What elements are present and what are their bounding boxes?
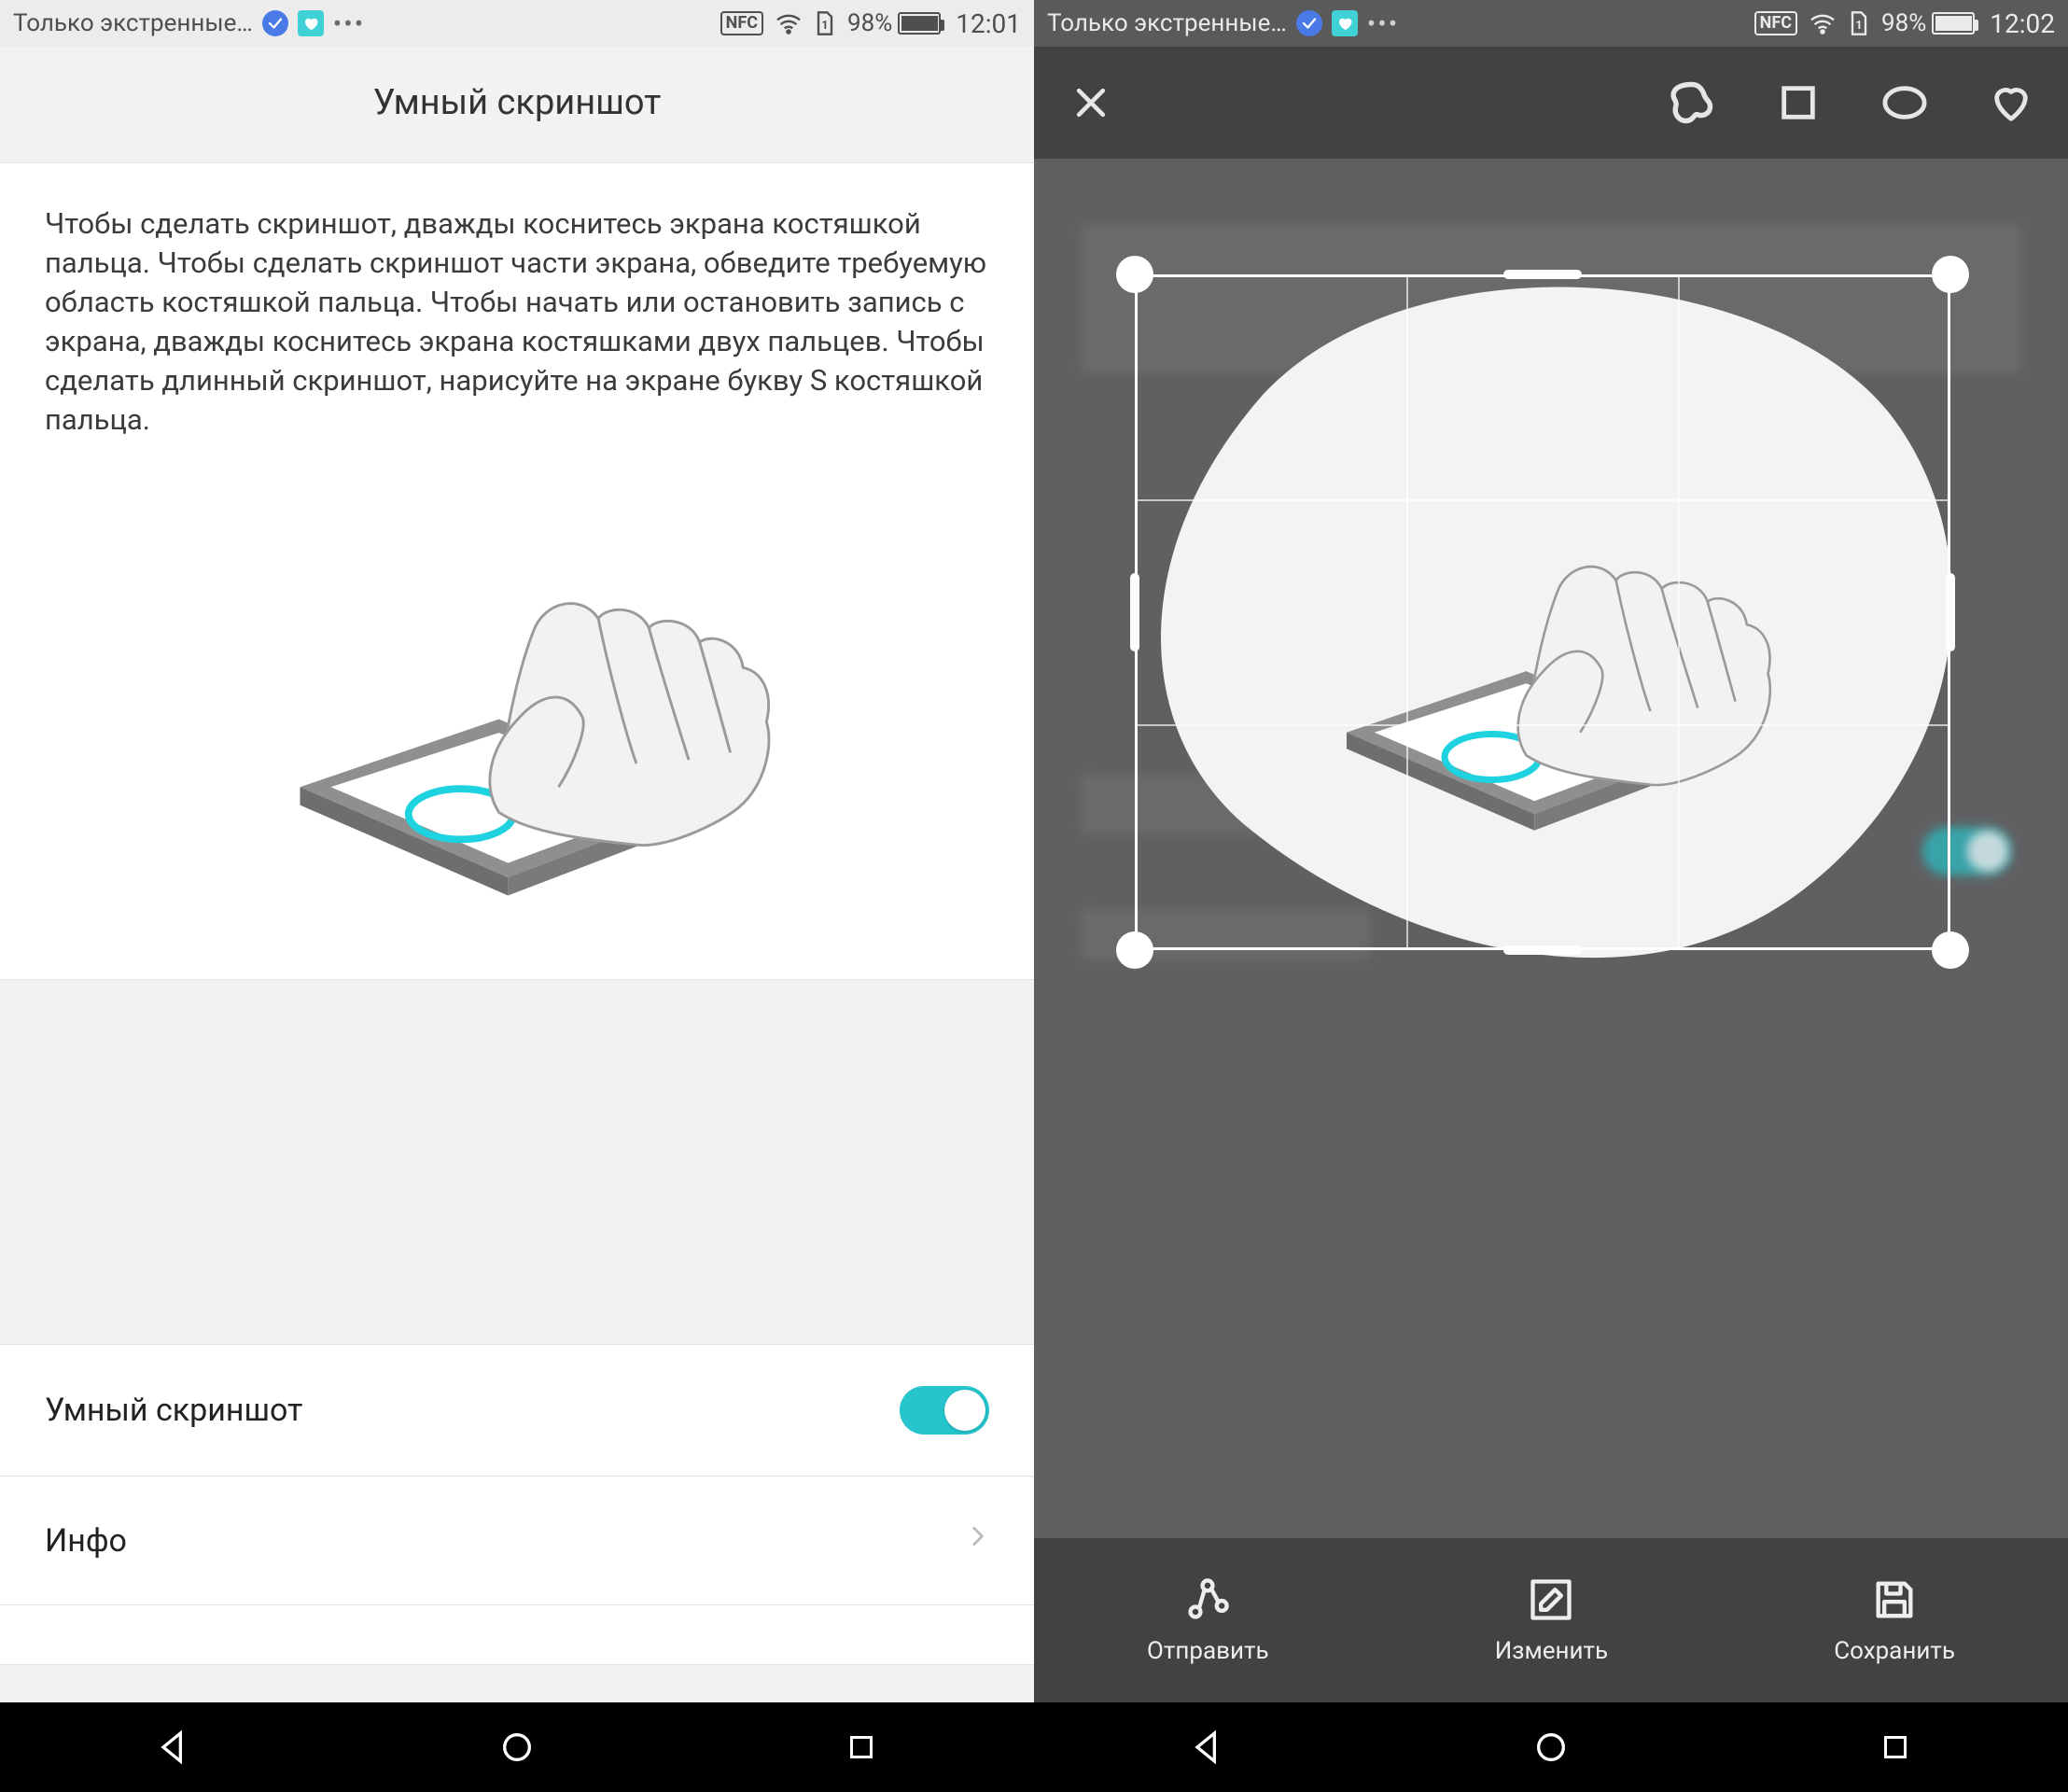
shape-heart-button[interactable] <box>1982 74 2040 132</box>
close-button[interactable] <box>1062 74 1120 132</box>
crop-handle-tr[interactable] <box>1932 256 1969 293</box>
edit-label: Изменить <box>1495 1637 1608 1665</box>
notification-app-icon <box>298 10 324 36</box>
crop-handle-tl[interactable] <box>1116 256 1153 293</box>
chevron-right-icon <box>965 1518 989 1563</box>
svg-text:1: 1 <box>821 19 828 33</box>
save-label: Сохранить <box>1834 1637 1955 1665</box>
crop-handle-bottom[interactable] <box>1503 945 1582 955</box>
carrier-text: Только экстренные… <box>13 9 253 37</box>
nav-home-button[interactable] <box>461 1702 573 1792</box>
crop-toolbar <box>1034 47 2068 159</box>
nav-back-button[interactable] <box>117 1702 229 1792</box>
nav-recent-button[interactable] <box>805 1702 917 1792</box>
share-button[interactable]: Отправить <box>1147 1575 1269 1665</box>
smart-screenshot-toggle-row[interactable]: Умный скриншот <box>0 1344 1034 1477</box>
clock-text: 12:01 <box>956 8 1021 39</box>
description-text: Чтобы сделать скриншот, дважды коснитесь… <box>45 204 989 440</box>
crop-handle-bl[interactable] <box>1116 931 1153 969</box>
knuckle-illustration <box>45 486 989 925</box>
wifi-icon <box>775 12 803 35</box>
info-label: Инфо <box>45 1522 965 1560</box>
checkmark-icon <box>262 10 288 36</box>
battery-indicator: 98% <box>1881 9 1975 37</box>
sim-icon: 1 <box>814 10 836 36</box>
shape-freeform-button[interactable] <box>1663 74 1721 132</box>
shape-oval-button[interactable] <box>1876 74 1934 132</box>
carrier-text: Только экстренные… <box>1047 9 1287 37</box>
toggle-label: Умный скриншот <box>45 1392 900 1429</box>
notification-app-icon <box>1332 10 1358 36</box>
more-notifications-icon: ••• <box>1367 8 1399 39</box>
svg-text:1: 1 <box>1855 19 1862 33</box>
edit-button[interactable]: Изменить <box>1495 1575 1608 1665</box>
status-bar: Только экстренные… ••• NFC 1 98% 12:01 <box>0 0 1034 47</box>
more-notifications-icon: ••• <box>333 8 365 39</box>
nav-bar <box>1034 1702 2068 1792</box>
share-label: Отправить <box>1147 1637 1269 1665</box>
nav-back-button[interactable] <box>1151 1702 1263 1792</box>
status-bar: Только экстренные… ••• NFC 1 98% 12:02 <box>1034 0 2068 47</box>
sim-icon: 1 <box>1848 10 1870 36</box>
wifi-icon <box>1809 12 1837 35</box>
nav-bar <box>0 1702 1034 1792</box>
crop-handle-left[interactable] <box>1130 573 1139 651</box>
shape-square-button[interactable] <box>1769 74 1827 132</box>
crop-handle-top[interactable] <box>1503 270 1582 279</box>
crop-handle-br[interactable] <box>1932 931 1969 969</box>
nfc-icon: NFC <box>720 11 763 35</box>
toggle-switch[interactable] <box>900 1386 989 1435</box>
action-bar: Отправить Изменить Сохранить <box>1034 1538 2068 1702</box>
nav-recent-button[interactable] <box>1839 1702 1951 1792</box>
phone-left: Только экстренные… ••• NFC 1 98% 12:01 <box>0 0 1034 1792</box>
crop-handle-right[interactable] <box>1946 573 1955 651</box>
checkmark-icon <box>1296 10 1322 36</box>
crop-region[interactable] <box>1135 274 1950 950</box>
clock-text: 12:02 <box>1990 8 2055 39</box>
phone-right: Только экстренные… ••• NFC 1 98% 12:02 <box>1034 0 2068 1792</box>
info-row[interactable]: Инфо <box>0 1477 1034 1605</box>
nav-home-button[interactable] <box>1495 1702 1607 1792</box>
nfc-icon: NFC <box>1754 11 1797 35</box>
page-title: Умный скриншот <box>0 47 1034 162</box>
save-button[interactable]: Сохранить <box>1834 1575 1955 1665</box>
description-card: Чтобы сделать скриншот, дважды коснитесь… <box>0 162 1034 980</box>
battery-indicator: 98% <box>847 9 941 37</box>
